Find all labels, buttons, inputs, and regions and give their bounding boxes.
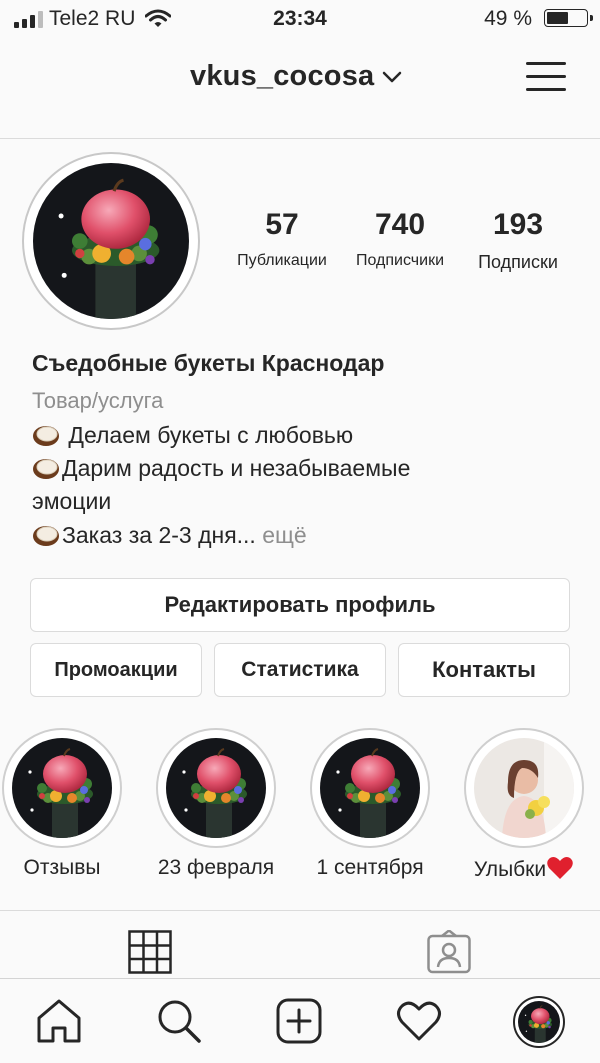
stat-posts[interactable]: 57 Публикации	[230, 208, 334, 270]
status-bar: Tele2 RU 23:34 49 %	[0, 0, 600, 38]
highlight-label: Отзывы	[23, 856, 101, 879]
followers-count: 740	[374, 208, 426, 241]
profile-avatar[interactable]	[22, 152, 200, 330]
highlight-label: Улыбки	[444, 856, 600, 882]
search-icon[interactable]	[156, 998, 202, 1044]
highlight-cover	[320, 738, 420, 838]
posts-count: 57	[265, 208, 299, 241]
profile-avatar[interactable]	[513, 996, 565, 1048]
highlight-cover	[12, 738, 112, 838]
nav-avatar-photo	[518, 1001, 560, 1043]
contacts-button[interactable]: Контакты	[398, 643, 570, 697]
profile-name: Съедобные букеты Краснодар	[32, 350, 385, 376]
highlight-cover-portrait	[474, 738, 574, 838]
following-label: Подписки	[478, 252, 558, 272]
highlight-story[interactable]	[156, 728, 276, 848]
new-post-icon[interactable]	[276, 998, 322, 1044]
grid-icon[interactable]	[128, 930, 172, 974]
username: vkus_cocosa	[190, 60, 375, 92]
highlight-label: 23 февраля	[157, 856, 275, 879]
hamburger-menu-icon[interactable]	[526, 58, 568, 96]
following-count: 193	[492, 208, 544, 241]
coconut-emoji-icon	[32, 523, 60, 547]
tagged-icon[interactable]	[427, 930, 471, 974]
heart-icon[interactable]	[396, 998, 442, 1044]
bio-more-link[interactable]: ещё	[262, 522, 307, 548]
coconut-emoji-icon	[32, 456, 60, 480]
red-heart-emoji-icon	[547, 857, 573, 879]
header-divider	[0, 138, 600, 139]
edit-profile-button[interactable]: Редактировать профиль	[30, 578, 570, 632]
bio-line: эмоции	[32, 488, 112, 514]
highlight-label: 1 сентября	[316, 856, 424, 879]
chevron-down-icon	[383, 71, 402, 82]
battery-icon	[544, 9, 593, 27]
profile-category: Товар/услуга	[32, 388, 164, 413]
followers-label: Подписчики	[355, 252, 444, 269]
insights-button[interactable]: Статистика	[214, 643, 386, 697]
tabs-divider	[0, 910, 600, 911]
highlight-story[interactable]	[2, 728, 122, 848]
stat-following[interactable]: 193 Подписки	[466, 208, 570, 273]
battery-percent: 49 %	[484, 7, 532, 30]
highlight-story[interactable]	[464, 728, 584, 848]
highlight-cover	[166, 738, 266, 838]
account-switcher[interactable]: vkus_cocosa	[190, 60, 402, 93]
bio-line: Дарим радость и незабываемые	[32, 452, 410, 485]
coconut-emoji-icon	[32, 423, 60, 447]
stat-followers[interactable]: 740 Подписчики	[348, 208, 452, 270]
bio-line: Делаем букеты с любовью	[32, 419, 353, 452]
posts-label: Публикации	[237, 252, 327, 269]
highlight-story[interactable]	[310, 728, 430, 848]
bouquet-photo	[33, 163, 189, 319]
home-icon[interactable]	[36, 998, 82, 1044]
promotions-button[interactable]: Промоакции	[30, 643, 202, 697]
bio-line: Заказ за 2-3 дня... ещё	[32, 519, 307, 552]
